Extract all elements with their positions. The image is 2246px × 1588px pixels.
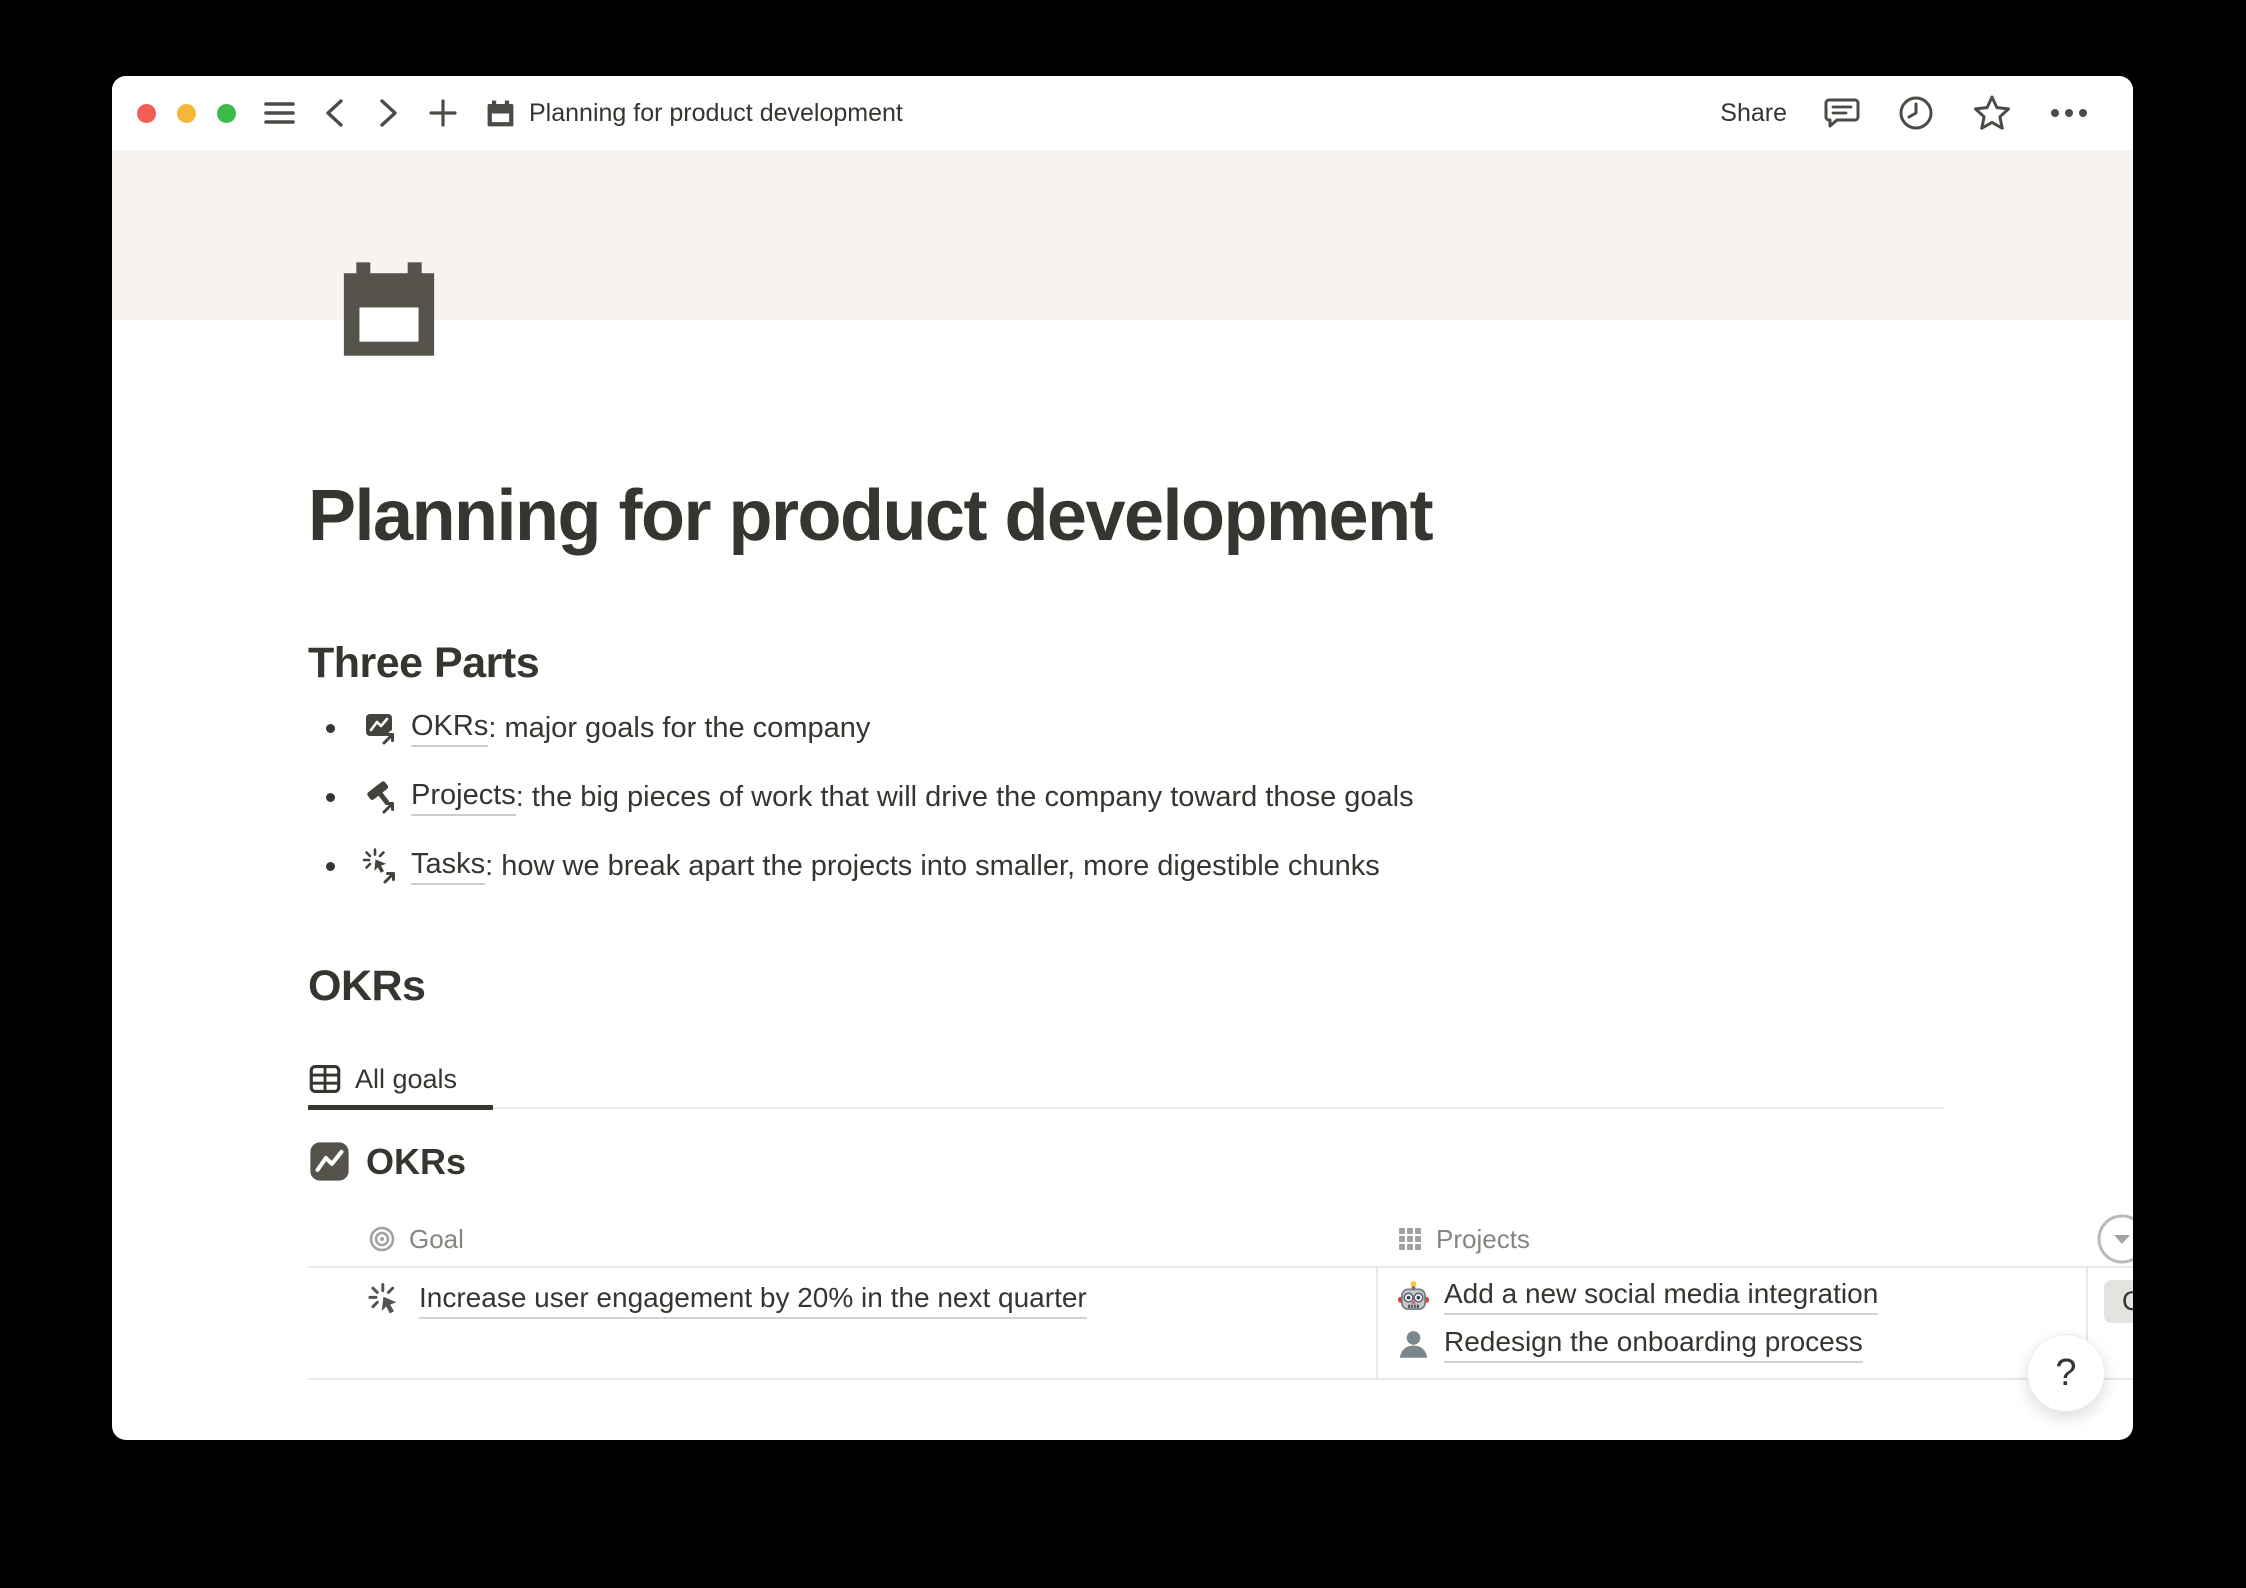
- page-mention-projects[interactable]: Projects: [362, 778, 516, 816]
- help-button[interactable]: ?: [2027, 1334, 2105, 1412]
- tab-all-goals[interactable]: All goals: [308, 1051, 493, 1107]
- list-item-tasks: Tasks : how we break apart the projects …: [308, 844, 2008, 888]
- column-header-goal[interactable]: Goal: [308, 1212, 1378, 1266]
- spark-mention-icon: [362, 847, 400, 885]
- linked-database-title[interactable]: OKRs: [308, 1140, 466, 1183]
- page-title: Planning for product development: [308, 475, 1432, 557]
- spark-click-icon: [368, 1282, 405, 1319]
- minimize-window-button[interactable]: [177, 104, 196, 123]
- projects-cell[interactable]: Add a new social media integration Redes…: [1378, 1266, 2088, 1378]
- three-parts-list: OKRs : major goals for the company Proje…: [308, 706, 2008, 913]
- robot-icon: [1397, 1280, 1430, 1313]
- notion-window: Planning for product development Share: [112, 76, 2133, 1440]
- target-icon: [368, 1225, 396, 1253]
- mention-arrow: [383, 803, 393, 813]
- section-heading-okrs: OKRs: [308, 962, 425, 1011]
- bullet-marker: [326, 793, 335, 802]
- database-view-tabs: All goals: [308, 1051, 1944, 1109]
- window-toolbar: Planning for product development Share: [112, 76, 2133, 150]
- project-relation-1[interactable]: Add a new social media integration: [1397, 1278, 2086, 1315]
- tasks-page-link: Tasks: [411, 848, 485, 885]
- database-header-row: Goal Projects: [308, 1212, 2133, 1268]
- section-heading-three-parts: Three Parts: [308, 639, 539, 688]
- project-link-social-media[interactable]: Add a new social media integration: [1444, 1278, 1878, 1315]
- close-window-button[interactable]: [137, 104, 156, 123]
- goal-cell[interactable]: Increase user engagement by 20% in the n…: [308, 1266, 1378, 1378]
- relation-grid-icon: [1397, 1226, 1423, 1252]
- status-badge[interactable]: O: [2104, 1280, 2133, 1323]
- database-row[interactable]: Increase user engagement by 20% in the n…: [308, 1266, 2133, 1380]
- comments-icon[interactable]: [1824, 95, 1860, 131]
- list-item-projects: Projects : the big pieces of work that w…: [308, 775, 2008, 819]
- project-relation-2[interactable]: Redesign the onboarding process: [1397, 1326, 2086, 1363]
- chart-db-icon: [308, 1140, 351, 1183]
- share-button[interactable]: Share: [1720, 99, 1787, 128]
- table-view-icon: [308, 1062, 342, 1096]
- column-header-goal-label: Goal: [409, 1224, 464, 1255]
- list-item-okrs: OKRs : major goals for the company: [308, 706, 2008, 750]
- list-item-text: : major goals for the company: [488, 712, 870, 745]
- tab-title: Planning for product development: [529, 99, 903, 128]
- desktop-background: Planning for product development Share: [0, 0, 2246, 1588]
- tab-planning-page[interactable]: Planning for product development: [485, 98, 903, 129]
- favorite-star-icon[interactable]: [1972, 94, 2012, 132]
- page-icon-calendar[interactable]: [333, 253, 445, 365]
- list-item-text: : how we break apart the projects into s…: [485, 850, 1380, 883]
- okrs-page-link: OKRs: [411, 710, 488, 747]
- bullet-marker: [326, 724, 335, 733]
- bullet-marker: [326, 862, 335, 871]
- back-button[interactable]: [322, 97, 348, 129]
- page-mention-okrs[interactable]: OKRs: [362, 709, 488, 747]
- calendar-icon: [485, 98, 516, 129]
- chart-mention-icon: [362, 709, 400, 747]
- list-item-text: : the big pieces of work that will drive…: [516, 781, 1414, 814]
- column-header-projects[interactable]: Projects: [1378, 1212, 2088, 1266]
- tab-all-goals-label: All goals: [355, 1064, 457, 1095]
- projects-page-link: Projects: [411, 779, 516, 816]
- page-history-icon[interactable]: [1897, 94, 1935, 132]
- linked-database-title-label: OKRs: [366, 1141, 466, 1183]
- new-tab-button[interactable]: [428, 98, 458, 128]
- page-mention-tasks[interactable]: Tasks: [362, 847, 485, 885]
- project-link-onboarding[interactable]: Redesign the onboarding process: [1444, 1326, 1863, 1363]
- more-options-icon[interactable]: [2049, 107, 2089, 119]
- mention-arrow: [384, 873, 394, 883]
- zoom-window-button[interactable]: [217, 104, 236, 123]
- column-options-chevron-icon[interactable]: [2096, 1213, 2133, 1270]
- hammer-mention-icon: [362, 778, 400, 816]
- sidebar-menu-icon[interactable]: [264, 100, 295, 126]
- person-icon: [1397, 1328, 1430, 1361]
- traffic-lights: [112, 104, 236, 123]
- goal-page-link[interactable]: Increase user engagement by 20% in the n…: [419, 1282, 1087, 1319]
- column-header-projects-label: Projects: [1436, 1224, 1530, 1255]
- forward-button[interactable]: [375, 97, 401, 129]
